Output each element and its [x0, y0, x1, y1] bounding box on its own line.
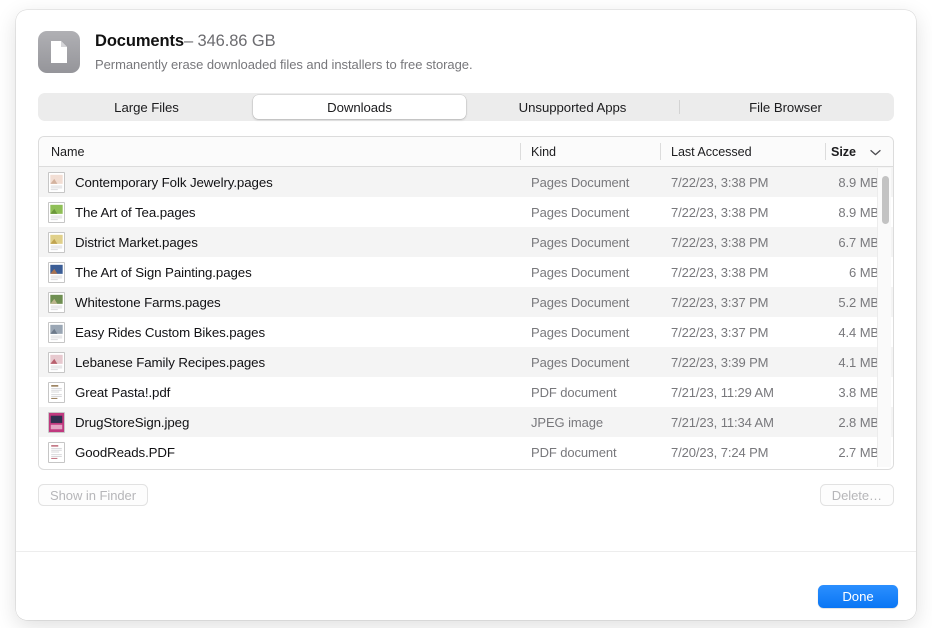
file-last-accessed-label: 7/22/23, 3:39 PM [660, 355, 825, 370]
file-name-label: Whitestone Farms.pages [75, 295, 221, 310]
file-name-label: Lebanese Family Recipes.pages [75, 355, 265, 370]
tab-downloads-label: Downloads [327, 100, 392, 115]
pages-document-thumbnail [48, 292, 65, 313]
cell-name: Contemporary Folk Jewelry.pages [39, 172, 520, 193]
tab-large-files[interactable]: Large Files [40, 95, 253, 119]
column-header-last-accessed-label: Last Accessed [671, 145, 752, 159]
table-row[interactable]: Whitestone Farms.pages Pages Document7/22… [39, 287, 893, 317]
file-kind-label: Pages Document [520, 325, 660, 340]
page-subtitle: Permanently erase downloaded files and i… [95, 56, 473, 73]
file-kind-label: PDF document [520, 385, 660, 400]
tab-file-browser-label: File Browser [749, 100, 822, 115]
action-row: Show in Finder Delete… [38, 484, 894, 506]
file-kind-label: Pages Document [520, 205, 660, 220]
tab-downloads[interactable]: Downloads [253, 95, 466, 119]
delete-button[interactable]: Delete… [820, 484, 894, 506]
dialog-header: Documents– 346.86 GB Permanently erase d… [16, 10, 916, 73]
tab-file-browser[interactable]: File Browser [679, 95, 892, 119]
file-last-accessed-label: 7/20/23, 7:24 PM [660, 445, 825, 460]
tabbar-container: Large Files Downloads Unsupported Apps F… [16, 73, 916, 121]
tab-unsupported-apps[interactable]: Unsupported Apps [466, 95, 679, 119]
title-separator: – [184, 32, 193, 50]
column-header-name-label: Name [51, 145, 84, 159]
file-kind-label: JPEG image [520, 415, 660, 430]
file-last-accessed-label: 7/22/23, 3:37 PM [660, 295, 825, 310]
file-name-label: GoodReads.PDF [75, 445, 175, 460]
page-title-label: Documents [95, 32, 184, 50]
file-last-accessed-label: 7/22/23, 3:38 PM [660, 205, 825, 220]
file-kind-label: Pages Document [520, 175, 660, 190]
cell-name: Great Pasta!.pdf [39, 382, 520, 403]
show-in-finder-button[interactable]: Show in Finder [38, 484, 148, 506]
document-icon [38, 31, 80, 73]
file-name-label: The Art of Tea.pages [75, 205, 195, 220]
cell-name: GoodReads.PDF [39, 442, 520, 463]
storage-management-window: Documents– 346.86 GB Permanently erase d… [16, 10, 916, 620]
file-last-accessed-label: 7/21/23, 11:34 AM [660, 415, 825, 430]
pdf-document-thumbnail [48, 442, 65, 463]
file-kind-label: Pages Document [520, 235, 660, 250]
tabbar: Large Files Downloads Unsupported Apps F… [38, 93, 894, 121]
file-kind-label: Pages Document [520, 295, 660, 310]
scrollbar-thumb[interactable] [882, 176, 889, 224]
pages-document-thumbnail [48, 352, 65, 373]
pages-document-thumbnail [48, 262, 65, 283]
column-header-last-accessed[interactable]: Last Accessed [660, 137, 825, 166]
table-row[interactable]: District Market.pages Pages Document7/22/… [39, 227, 893, 257]
table-row[interactable]: Easy Rides Custom Bikes.pages Pages Docum… [39, 317, 893, 347]
table-row[interactable]: DrugStoreSign.jpeg JPEG image7/21/23, 11:… [39, 407, 893, 437]
file-last-accessed-label: 7/22/23, 3:38 PM [660, 175, 825, 190]
column-header-name[interactable]: Name [39, 137, 520, 166]
table-body: Contemporary Folk Jewelry.pages Pages Doc… [39, 167, 893, 470]
table-row[interactable]: The Art of Sign Painting.pages Pages Docu… [39, 257, 893, 287]
table-header-row: Name Kind Last Accessed Size [39, 137, 893, 167]
tab-large-files-label: Large Files [114, 100, 179, 115]
file-last-accessed-label: 7/22/23, 3:38 PM [660, 235, 825, 250]
cell-name: The Art of Tea.pages [39, 202, 520, 223]
cell-name: The Art of Sign Painting.pages [39, 262, 520, 283]
file-last-accessed-label: 7/21/23, 11:29 AM [660, 385, 825, 400]
dialog-footer: Done [16, 552, 916, 620]
file-name-label: Contemporary Folk Jewelry.pages [75, 175, 273, 190]
table-row[interactable]: The Art of Tea.pages Pages Document7/22/2… [39, 197, 893, 227]
file-last-accessed-label: 7/22/23, 3:37 PM [660, 325, 825, 340]
pdf-document-thumbnail [48, 382, 65, 403]
file-name-label: District Market.pages [75, 235, 198, 250]
pages-document-thumbnail [48, 322, 65, 343]
file-kind-label: Pages Document [520, 265, 660, 280]
vertical-scrollbar[interactable] [877, 168, 891, 467]
chevron-down-icon [870, 145, 881, 159]
file-name-label: Great Pasta!.pdf [75, 385, 170, 400]
file-last-accessed-label: 7/22/23, 3:38 PM [660, 265, 825, 280]
table-row[interactable]: Lebanese Family Recipes.pages Pages Docum… [39, 347, 893, 377]
done-button[interactable]: Done [818, 585, 898, 608]
cell-name: Lebanese Family Recipes.pages [39, 352, 520, 373]
file-name-label: Easy Rides Custom Bikes.pages [75, 325, 265, 340]
storage-size-label: 346.86 GB [198, 32, 276, 50]
tab-unsupported-apps-label: Unsupported Apps [519, 100, 627, 115]
column-header-kind-label: Kind [531, 145, 556, 159]
table-row[interactable]: GoodReads.PDF PDF document7/20/23, 7:24 P… [39, 437, 893, 467]
column-header-size-label: Size [831, 145, 856, 159]
cell-name: Easy Rides Custom Bikes.pages [39, 322, 520, 343]
file-name-label: The Art of Sign Painting.pages [75, 265, 252, 280]
pages-document-thumbnail [48, 232, 65, 253]
table-row[interactable]: Great Pasta!.pdf PDF document7/21/23, 11:… [39, 377, 893, 407]
pages-document-thumbnail [48, 202, 65, 223]
file-name-label: DrugStoreSign.jpeg [75, 415, 189, 430]
file-kind-label: PDF document [520, 445, 660, 460]
table-row[interactable]: Contemporary Folk Jewelry.pages Pages Doc… [39, 167, 893, 197]
header-text-block: Documents– 346.86 GB Permanently erase d… [95, 30, 473, 73]
file-table: Name Kind Last Accessed Size Contemporar… [38, 136, 894, 470]
cell-name: District Market.pages [39, 232, 520, 253]
page-title: Documents– 346.86 GB [95, 31, 473, 52]
pages-document-thumbnail [48, 172, 65, 193]
column-header-size[interactable]: Size [825, 137, 893, 166]
cell-name: Whitestone Farms.pages [39, 292, 520, 313]
jpeg-image-thumbnail [48, 412, 65, 433]
cell-name: DrugStoreSign.jpeg [39, 412, 520, 433]
column-header-kind[interactable]: Kind [520, 137, 660, 166]
file-kind-label: Pages Document [520, 355, 660, 370]
